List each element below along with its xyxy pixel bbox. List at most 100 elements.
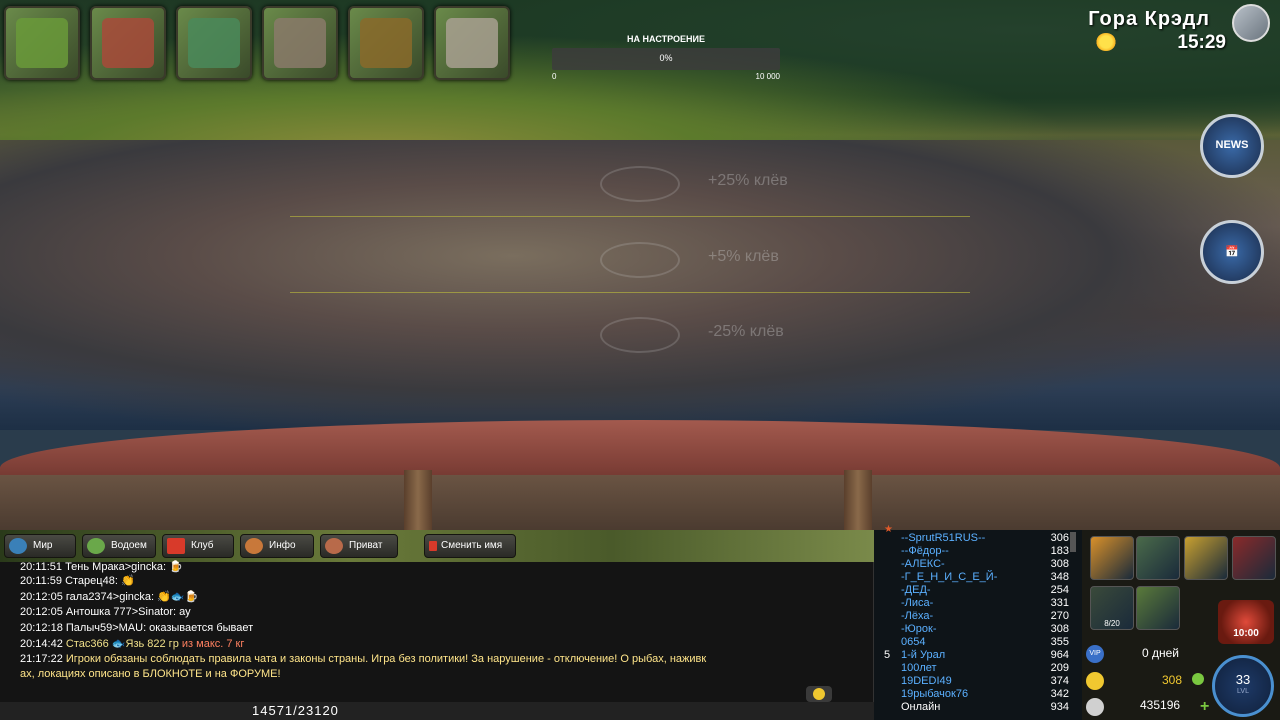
catch-line: 20:14:42 Стас366 🐟Язь 822 гр из макс. 7 …: [20, 638, 245, 650]
fishing-gear-tile[interactable]: [4, 6, 80, 80]
chat-line: 20:12:05 гала2374>gincka: 👏🐟🍺: [20, 591, 199, 603]
flag-icon: [167, 538, 185, 554]
tab-club[interactable]: Клуб: [162, 534, 234, 558]
player-row[interactable]: -Юрок- 308: [901, 623, 1069, 635]
player-list-scrollbar[interactable]: [1070, 532, 1076, 552]
event-timer-badge[interactable]: 10:00: [1218, 600, 1274, 644]
bait-item[interactable]: 8/20: [1090, 586, 1134, 630]
crate-item[interactable]: [1090, 536, 1134, 580]
player-value: 934: [1050, 701, 1069, 713]
vip-icon: VIP: [1086, 645, 1104, 663]
kitchen-pot-tile[interactable]: [262, 6, 338, 80]
player-row[interactable]: -АЛЕКС- 308: [901, 558, 1069, 570]
depth-divider: [290, 216, 970, 217]
game-time: 15:29: [1177, 32, 1226, 53]
depth-zone-label: -25% клёв: [708, 323, 784, 340]
chat-footer[interactable]: 14571/23120: [0, 702, 874, 720]
player-rank: 5: [884, 649, 891, 661]
silver-amount: 435196: [1140, 698, 1181, 712]
level-label: LVL: [1237, 688, 1249, 695]
mood-bar: 0%: [552, 48, 780, 70]
character-tile[interactable]: [90, 6, 166, 80]
depth-zone-3[interactable]: -25% клёв: [590, 313, 1010, 357]
player-row[interactable]: -Г_Е_Н_И_С_Е_Й- 348: [901, 571, 1069, 583]
add-vip-icon[interactable]: +: [1200, 698, 1209, 716]
player-name: -Юрок-: [901, 623, 937, 635]
crossed-swords-item[interactable]: [1232, 536, 1276, 580]
player-row[interactable]: 19DEDI49 374: [901, 675, 1069, 687]
ripple-icon: [600, 317, 680, 353]
player-value: 342: [1050, 688, 1069, 700]
player-row[interactable]: -Лиса- 331: [901, 597, 1069, 609]
level-badge[interactable]: 33 LVL: [1212, 655, 1274, 717]
notebook-item[interactable]: [1136, 586, 1180, 630]
player-row[interactable]: 1-й Урал 964 5: [884, 649, 1069, 661]
tab-world[interactable]: Мир: [4, 534, 76, 558]
pot-icon: [274, 18, 326, 68]
mood-progress: НА НАСТРОЕНИЕ 0% 0 10 000: [552, 34, 780, 84]
player-name: 0654: [901, 636, 926, 648]
tab-label: Водоем: [111, 540, 147, 551]
player-name: -ДЕД-: [901, 584, 931, 596]
settings-gear-icon[interactable]: [1232, 4, 1270, 42]
mood-max: 10 000: [755, 72, 780, 81]
tab-waterbody[interactable]: Водоем: [82, 534, 156, 558]
smiley-button[interactable]: [806, 686, 832, 702]
person-icon: [245, 538, 263, 554]
player-name: -АЛЕКС-: [901, 558, 945, 570]
depth-zone-1[interactable]: +25% клёв: [590, 162, 1010, 206]
fish-icon: 🐟: [111, 638, 126, 650]
treasure-tile[interactable]: [348, 6, 424, 80]
item-count: 8/20: [1104, 619, 1120, 628]
tab-info[interactable]: Инфо: [240, 534, 314, 558]
location-name: Гора Крэдл: [1088, 8, 1210, 30]
mood-min: 0: [552, 72, 557, 81]
news-button[interactable]: NEWS: [1200, 114, 1264, 178]
chat-line: 20:11:51 Тень Мрака>gincka: 🍺: [20, 561, 183, 573]
globe-icon: [9, 538, 27, 554]
player-list[interactable]: ★ --SprutR51RUS-- 306 --Фёдор-- 183 -АЛЕКС- 3…: [874, 524, 1082, 720]
player-name: --SprutR51RUS--: [901, 532, 986, 544]
player-row[interactable]: 0654 355: [901, 636, 1069, 648]
boat-post: [844, 470, 872, 530]
chat-log[interactable]: 20:11:51 Тень Мрака>gincka: 🍺 20:11:59 С…: [0, 561, 874, 702]
player-value: 308: [1050, 558, 1069, 570]
player-row[interactable]: -ДЕД- 254: [901, 584, 1069, 596]
player-name: Онлайн: [901, 701, 941, 713]
player-value: 254: [1050, 584, 1069, 596]
backpack-item[interactable]: [1184, 536, 1228, 580]
sun-weather-icon: [1096, 33, 1116, 51]
silver-coin-icon: [1086, 698, 1104, 716]
player-row[interactable]: --SprutR51RUS-- 306: [901, 532, 1069, 544]
player-row[interactable]: Онлайн 934: [901, 701, 1069, 713]
chat-tabs: Мир Водоем Клуб Инфо Приват Сменить имя: [0, 530, 874, 562]
player-name: 19рыбачок76: [901, 688, 969, 700]
chat-line: 20:12:18 Палыч59>MAU: оказывается бывает: [20, 622, 254, 634]
player-value: 183: [1050, 545, 1069, 557]
system-message-cont: ах, локациях описано в БЛОКНОТЕ и на ФОР…: [20, 668, 281, 680]
boat-post: [404, 470, 432, 530]
player-row[interactable]: -Лёха- 270: [901, 610, 1069, 622]
player-name: --Фёдор--: [901, 545, 949, 557]
fisherman-item[interactable]: [1136, 536, 1180, 580]
player-row[interactable]: 19рыбачок76 342: [901, 688, 1069, 700]
map-icon: [188, 18, 240, 68]
tab-private[interactable]: Приват: [320, 534, 398, 558]
event-timer: 10:00: [1233, 628, 1259, 639]
depth-zone-2[interactable]: +5% клёв: [590, 238, 1010, 282]
calendar-fish-button[interactable]: 📅: [1200, 220, 1264, 284]
change-name-button[interactable]: Сменить имя: [424, 534, 516, 558]
depth-zone-label: +5% клёв: [708, 248, 779, 265]
player-row[interactable]: --Фёдор-- 183: [901, 545, 1069, 557]
player-name: 100лет: [901, 662, 937, 674]
tab-label: Мир: [33, 540, 53, 551]
player-value: 209: [1050, 662, 1069, 674]
add-gold-icon[interactable]: [1192, 673, 1204, 685]
player-row[interactable]: 100лет 209: [901, 662, 1069, 674]
character-icon: [102, 18, 154, 68]
star-icon: ★: [884, 524, 893, 535]
tab-label: Приват: [349, 540, 383, 551]
gold-coins-icon: [360, 18, 412, 68]
newspaper-tile[interactable]: [434, 6, 510, 80]
map-tile[interactable]: [176, 6, 252, 80]
